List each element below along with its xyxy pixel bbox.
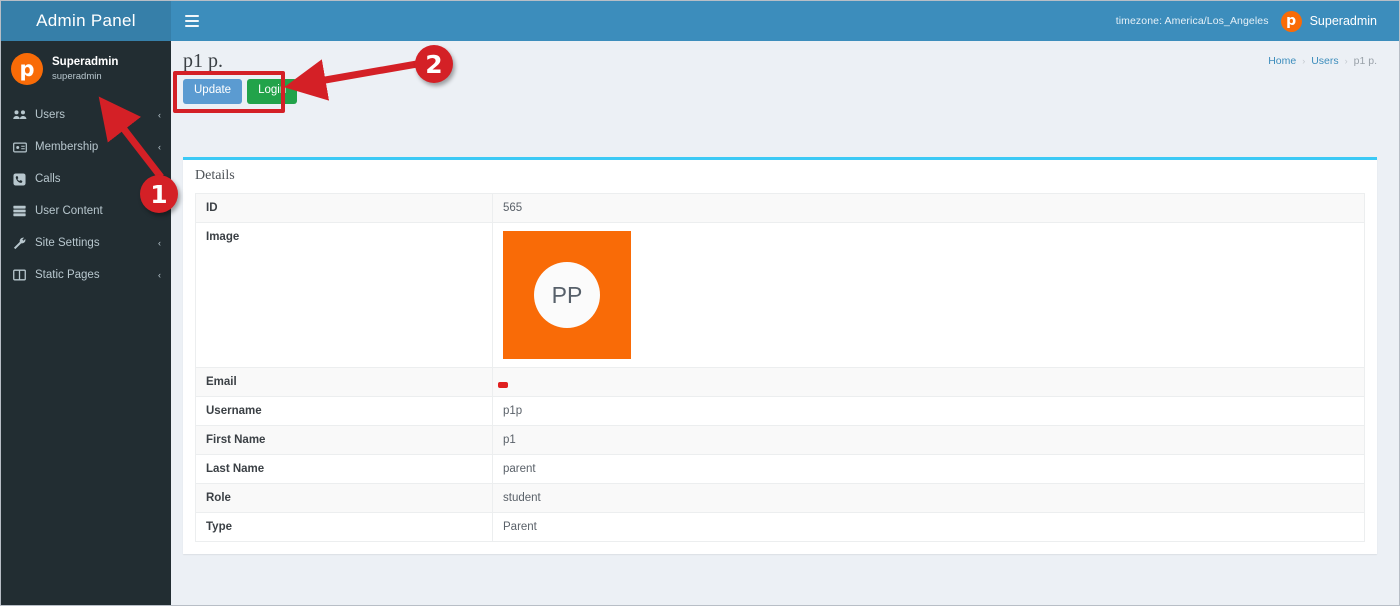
table-row: Type Parent [196, 513, 1365, 542]
brand-logo[interactable]: Admin Panel [1, 1, 171, 41]
sidebar-item-label: Site Settings [30, 237, 158, 249]
avatar: p [11, 53, 43, 85]
row-key: Username [196, 397, 493, 426]
id-card-icon [13, 142, 30, 153]
sidebar-toggle-button[interactable] [171, 1, 213, 41]
chevron-left-icon: ‹ [158, 238, 161, 248]
timezone-label: timezone: America/Los_Angeles [1116, 15, 1269, 27]
row-key: Type [196, 513, 493, 542]
breadcrumb-current: p1 p. [1354, 55, 1377, 67]
main-header: Admin Panel timezone: America/Los_Angele… [1, 1, 1399, 41]
row-value: Parent [493, 513, 1365, 542]
row-value: student [493, 484, 1365, 513]
row-value: 565 [493, 194, 1365, 223]
table-row: Email [196, 368, 1365, 397]
row-value [493, 368, 1365, 397]
chevron-left-icon: ‹ [158, 270, 161, 280]
avatar: p [1281, 11, 1302, 32]
phone-icon [13, 173, 30, 186]
sidebar-item-calls[interactable]: Calls ‹ [1, 163, 171, 195]
row-value: p1p [493, 397, 1365, 426]
table-row: ID 565 [196, 194, 1365, 223]
user-avatar-image: PP [503, 231, 631, 359]
details-table: ID 565 Image PP Email [195, 193, 1365, 542]
breadcrumb: Home › Users › p1 p. [1268, 55, 1377, 67]
table-row: Username p1p [196, 397, 1365, 426]
sidebar-user-name: Superadmin [52, 56, 118, 68]
top-navbar: timezone: America/Los_Angeles p Superadm… [171, 1, 1399, 41]
users-icon [13, 109, 30, 121]
chevron-left-icon: ‹ [158, 142, 161, 152]
sidebar-item-membership[interactable]: Membership ‹ [1, 131, 171, 163]
sidebar: p Superadmin superadmin Users ‹ Membersh… [1, 41, 171, 605]
row-key: Image [196, 223, 493, 368]
sidebar-item-label: Membership [30, 141, 158, 153]
wrench-icon [13, 237, 30, 250]
row-value: PP [493, 223, 1365, 368]
user-menu-label: Superadmin [1310, 14, 1377, 28]
sidebar-user-role: superadmin [52, 71, 118, 82]
row-value: p1 [493, 426, 1365, 455]
sidebar-item-static-pages[interactable]: Static Pages ‹ [1, 259, 171, 291]
action-buttons: Update Login [183, 79, 1377, 104]
sidebar-item-label: Calls [30, 173, 158, 185]
details-box-body: ID 565 Image PP Email [183, 193, 1377, 554]
avatar-initials: PP [534, 262, 600, 328]
sidebar-item-label: Users [30, 109, 158, 121]
row-key: First Name [196, 426, 493, 455]
sidebar-item-label: Static Pages [30, 269, 158, 281]
sidebar-item-users[interactable]: Users ‹ [1, 99, 171, 131]
navbar-right: timezone: America/Los_Angeles p Superadm… [1116, 11, 1399, 32]
user-menu[interactable]: p Superadmin [1281, 11, 1377, 32]
breadcrumb-users[interactable]: Users [1311, 55, 1338, 67]
chevron-right-icon: › [1302, 56, 1305, 66]
row-value: parent [493, 455, 1365, 484]
chevron-left-icon: ‹ [158, 110, 161, 120]
sidebar-item-user-content[interactable]: User Content [1, 195, 171, 227]
sidebar-user-panel[interactable]: p Superadmin superadmin [1, 41, 171, 99]
admin-panel-app: Admin Panel timezone: America/Los_Angele… [0, 0, 1400, 606]
hamburger-icon [185, 15, 199, 27]
page-title: p1 p. [183, 50, 1377, 72]
row-key: ID [196, 194, 493, 223]
details-box: Details ID 565 Image PP [183, 157, 1377, 554]
columns-icon [13, 269, 30, 281]
row-key: Email [196, 368, 493, 397]
table-row: Last Name parent [196, 455, 1365, 484]
content-wrapper: p1 p. Home › Users › p1 p. Update Login … [171, 41, 1399, 605]
row-key: Role [196, 484, 493, 513]
content-header: p1 p. Home › Users › p1 p. Update Login [171, 41, 1399, 115]
chevron-right-icon: › [1345, 56, 1348, 66]
server-list-icon [13, 205, 30, 217]
login-button[interactable]: Login [247, 79, 297, 104]
breadcrumb-home[interactable]: Home [1268, 55, 1296, 67]
brand-logo-label: Admin Panel [36, 11, 136, 31]
sidebar-item-label: User Content [30, 205, 161, 217]
row-key: Last Name [196, 455, 493, 484]
table-row: Role student [196, 484, 1365, 513]
sidebar-menu: Users ‹ Membership ‹ Calls ‹ [1, 99, 171, 291]
table-row: Image PP [196, 223, 1365, 368]
update-button[interactable]: Update [183, 79, 242, 104]
chevron-left-icon: ‹ [158, 174, 161, 184]
details-box-title: Details [183, 160, 1377, 193]
sidebar-item-site-settings[interactable]: Site Settings ‹ [1, 227, 171, 259]
table-row: First Name p1 [196, 426, 1365, 455]
